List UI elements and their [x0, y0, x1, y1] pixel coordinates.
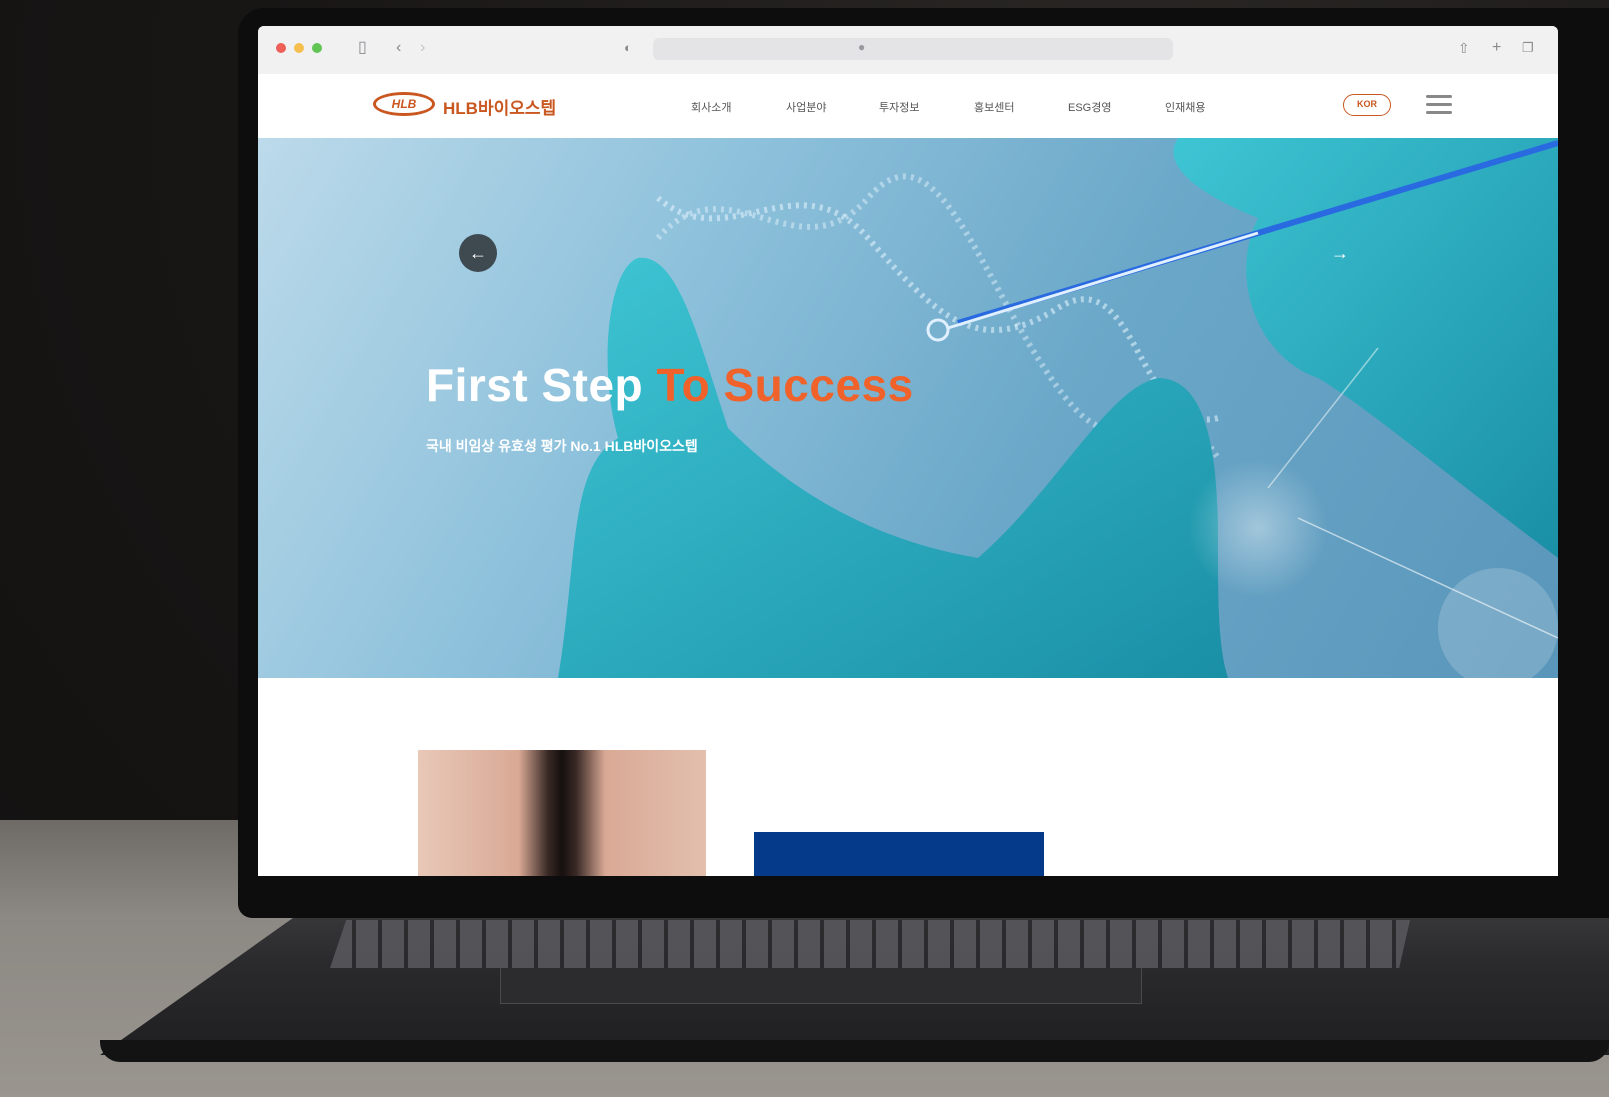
browser-window: ▯ ‹ › ◐ ● ⇧ + ❐ HLB HLB바이오스텝 회사소개 사업분야 투… — [258, 26, 1558, 876]
laptop-base-front — [100, 1040, 1609, 1062]
hero-title-orange: To Success — [656, 359, 914, 411]
lock-icon: ● — [858, 40, 866, 54]
hero-subtitle: 국내 비임상 유효성 평가 No.1 HLB바이오스텝 — [426, 438, 698, 454]
back-icon[interactable]: ‹ — [396, 38, 401, 58]
window-minimize-button[interactable] — [294, 43, 304, 53]
site-header: HLB HLB바이오스텝 회사소개 사업분야 투자정보 홍보센터 ESG경영 인… — [258, 74, 1558, 138]
nav-investors[interactable]: 투자정보 — [879, 99, 919, 115]
window-close-button[interactable] — [276, 43, 286, 53]
nav-esg[interactable]: ESG경영 — [1068, 99, 1111, 115]
browser-toolbar: ▯ ‹ › ◐ ● ⇧ + ❐ — [258, 26, 1558, 75]
hero-slider: ← → First Step To Success 국내 비임상 유효성 평가 … — [258, 138, 1558, 678]
content-thumbnail-image[interactable] — [418, 750, 706, 876]
nav-careers[interactable]: 인재채용 — [1165, 99, 1205, 115]
forward-icon[interactable]: › — [420, 38, 425, 58]
new-tab-icon[interactable]: + — [1492, 38, 1501, 58]
logo-mark: HLB — [373, 92, 435, 116]
laptop-keyboard — [330, 920, 1410, 968]
address-bar[interactable]: ● — [653, 38, 1173, 60]
language-button[interactable]: KOR — [1343, 94, 1391, 116]
nav-company[interactable]: 회사소개 — [691, 99, 731, 115]
nav-business[interactable]: 사업분야 — [786, 99, 826, 115]
hero-title-white: First Step — [426, 359, 657, 411]
content-blue-card[interactable] — [754, 832, 1044, 876]
tabs-icon[interactable]: ❐ — [1522, 38, 1534, 58]
share-icon[interactable]: ⇧ — [1458, 38, 1470, 58]
hero-title: First Step To Success — [426, 358, 914, 412]
slider-prev-button[interactable]: ← — [459, 234, 497, 272]
slider-next-button[interactable]: → — [1321, 234, 1359, 272]
privacy-icon[interactable]: ◐ — [624, 38, 632, 58]
sidebar-icon[interactable]: ▯ — [358, 38, 367, 58]
laptop-trackpad — [500, 968, 1142, 1004]
hamburger-menu-icon[interactable] — [1426, 94, 1452, 116]
nav-pr-center[interactable]: 홍보센터 — [974, 99, 1014, 115]
window-maximize-button[interactable] — [312, 43, 322, 53]
logo-text: HLB바이오스텝 — [443, 99, 557, 118]
